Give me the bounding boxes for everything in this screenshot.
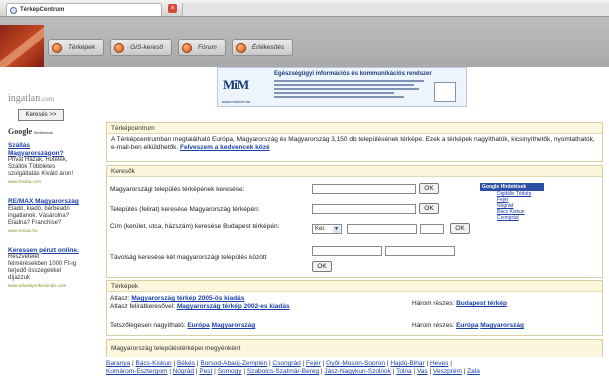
tab-strip — [182, 3, 609, 16]
chart-icon — [434, 82, 456, 102]
county-links: Baranya | Bács-Kiskun | Békés | Borsod-A… — [106, 360, 480, 375]
left-sidebar: ingatlan.com Keresés >> Google Hirdetése… — [0, 67, 82, 387]
google-ads-box: Google Hirdetések Digitális Térkép Fejér… — [480, 183, 544, 221]
google-ad-link[interactable]: Csongrád — [497, 215, 544, 221]
county-link[interactable]: Tolna — [396, 368, 412, 375]
search-panel-title: Keresők — [107, 166, 602, 177]
district-select[interactable]: Ker. ▼ — [312, 224, 342, 234]
three-part-hungary-link[interactable]: Magyarország — [480, 322, 524, 329]
ad-title-link[interactable]: Keressen pénzt online. — [8, 247, 79, 255]
distance-from-input[interactable] — [312, 246, 382, 256]
add-favorite-link[interactable]: Felveszem a kedvencek közé — [180, 144, 270, 151]
nav-tab-ertekesites[interactable]: Értékesítés — [231, 39, 294, 56]
globe-icon — [10, 6, 17, 14]
ad-title-link[interactable]: Szállás Magyarországon? — [8, 142, 79, 157]
settlements-panel: Magyarország településtérképei megyénkén… — [106, 339, 603, 357]
county-link[interactable]: Csongrád — [273, 360, 301, 367]
google-ads-label: Google Hirdetések — [8, 127, 53, 136]
county-link[interactable]: Bács-Kiskun — [136, 360, 172, 367]
nav-bullet-icon — [235, 42, 246, 53]
county-link[interactable]: Veszprém — [433, 368, 462, 375]
nav-tab-gis-kereso[interactable]: GIS-kereső — [110, 39, 172, 56]
ad-title-link[interactable]: RE/MAX Magyarország — [8, 198, 79, 206]
nav-bullet-icon — [181, 42, 192, 53]
sidebar-ad: Szállás Magyarországon? Privát Házak, Ho… — [8, 142, 79, 184]
intro-panel-title: Térképcentrum — [107, 123, 602, 134]
three-part-europe-link[interactable]: Európa — [456, 322, 478, 329]
three-part-row-1: Három részes: Budapest térkép — [412, 300, 508, 307]
chevron-down-icon: ▼ — [333, 226, 340, 233]
county-link[interactable]: Heves — [430, 360, 448, 367]
q2-label: Település (felirat) keresése Magyarorszá… — [110, 206, 260, 213]
atlas-row: Atlasz: Magyarország térkép 2005-ös kiad… — [110, 295, 245, 302]
site-logo[interactable] — [0, 25, 44, 67]
mim-logo: MiM — [223, 77, 249, 92]
distance-to-input[interactable] — [385, 246, 455, 256]
zoomable-row: Tetszőlegesen nagyítható: Európa Magyaro… — [110, 322, 256, 329]
county-link[interactable]: Szabolcs-Szatmár-Bereg — [247, 368, 319, 375]
ingatlan-logo[interactable]: ingatlan.com — [8, 93, 79, 104]
q3-label: Cím (kerület, utca, házszám) keresése Bu… — [110, 223, 280, 230]
county-link[interactable]: Békés — [177, 360, 195, 367]
nav-bullet-icon — [52, 42, 62, 53]
county-link[interactable]: Vas — [417, 368, 428, 375]
three-part-row-2: Három részes: Európa Magyarország — [412, 322, 525, 329]
county-link[interactable]: Somogy — [218, 368, 242, 375]
county-link[interactable]: Hajdú-Bihar — [390, 360, 424, 367]
google-ads-box-title: Google Hirdetések — [480, 183, 544, 191]
county-link[interactable]: Komárom-Esztergom — [106, 368, 167, 375]
county-link[interactable]: Zala — [467, 368, 480, 375]
atlas-2002-link[interactable]: Magyarország térkép 2002-es kiadás — [177, 303, 290, 310]
search-panel: Keresők — [106, 165, 603, 278]
sidebar-ad: RE/MAX Magyarország Eladó, kiadó, bérbea… — [8, 198, 79, 233]
main-nav: Térképek GIS-kereső Fórum Értékesítés — [48, 39, 294, 56]
mim-banner-ad[interactable]: MiM www.mimnet.hu Egészségügyi informáci… — [217, 67, 467, 107]
county-link[interactable]: Győr-Moson-Sopron — [326, 360, 385, 367]
q4-ok-button[interactable]: OK — [312, 261, 332, 272]
atlas-search-row: Atlasz feliratkeresővel: Magyarország té… — [110, 303, 290, 310]
county-link[interactable]: Baranya — [106, 360, 130, 367]
site-header: Térképek GIS-kereső Fórum Értékesítés — [0, 17, 609, 67]
nav-bullet-icon — [114, 42, 125, 53]
zoomable-europe-link[interactable]: Európa — [187, 322, 209, 329]
intro-text: A Térképcentrumban megtalálható Európa, … — [111, 136, 595, 151]
intro-panel: Térképcentrum A Térképcentrumban megtalá… — [106, 122, 603, 162]
street-input[interactable] — [347, 224, 417, 234]
close-tab-icon[interactable]: × — [168, 4, 177, 13]
county-link[interactable]: Borsod-Abaúj-Zemplén — [200, 360, 267, 367]
main-content: MiM www.mimnet.hu Egészségügyi informáci… — [82, 67, 609, 387]
settlement-search-input[interactable] — [312, 184, 416, 194]
browser-tab[interactable]: TérképCentrum — [6, 3, 162, 16]
q2-ok-button[interactable]: OK — [419, 203, 439, 214]
label-search-input[interactable] — [312, 204, 416, 214]
maps-panel-title: Térképek — [107, 281, 602, 292]
q4-label: Távolság keresése két magyarországi tele… — [110, 254, 267, 261]
q3-ok-button[interactable]: OK — [450, 223, 470, 234]
county-link[interactable]: Nógrád — [173, 368, 194, 375]
budapest-map-link[interactable]: Budapest térkép — [456, 300, 507, 307]
nav-tab-forum[interactable]: Fórum — [177, 39, 226, 56]
settlements-panel-title: Magyarország településtérképei megyénkén… — [107, 340, 602, 357]
browser-tab-title: TérképCentrum — [20, 7, 65, 13]
house-number-input[interactable] — [420, 224, 444, 234]
nav-tab-terkepek[interactable]: Térképek — [48, 39, 105, 56]
zoomable-hungary-link[interactable]: Magyarország — [212, 322, 256, 329]
search-button[interactable]: Keresés >> — [18, 109, 64, 121]
atlas-2005-link[interactable]: Magyarország térkép 2005-ös kiadás — [131, 295, 244, 302]
sidebar-ad: Keressen pénzt online. Részvételét felmé… — [8, 246, 79, 289]
county-link[interactable]: Fejér — [306, 360, 321, 367]
browser-tab-bar: TérképCentrum × — [0, 0, 609, 17]
q1-label: Magyarországi település térképének keres… — [110, 186, 245, 193]
q1-ok-button[interactable]: OK — [419, 183, 439, 194]
county-link[interactable]: Pest — [199, 368, 212, 375]
county-link[interactable]: Jász-Nagykun-Szolnok — [324, 368, 390, 375]
